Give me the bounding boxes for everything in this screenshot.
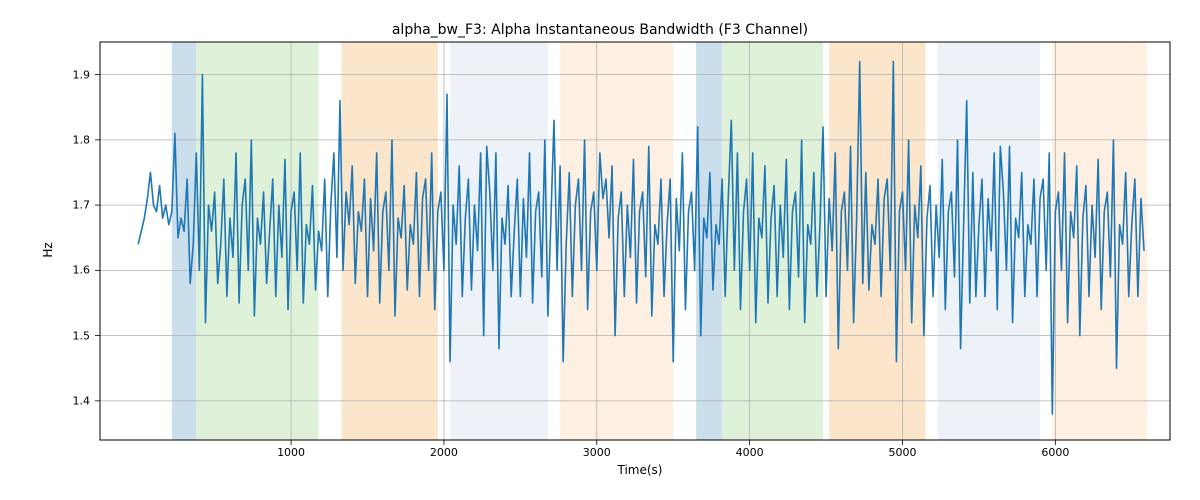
y-tick-label: 1.7 [50, 199, 90, 212]
figure: alpha_bw_F3: Alpha Instantaneous Bandwid… [0, 0, 1200, 500]
y-tick-label: 1.8 [50, 133, 90, 146]
y-axis-label: Hz [41, 242, 55, 257]
x-tick-label: 3000 [583, 446, 611, 459]
x-tick-label: 1000 [277, 446, 305, 459]
x-tick-label: 2000 [430, 446, 458, 459]
x-axis-label: Time(s) [618, 463, 663, 477]
x-tick-label: 4000 [736, 446, 764, 459]
y-tick-label: 1.9 [50, 68, 90, 81]
plot-area [0, 0, 1200, 500]
background-band [560, 42, 673, 440]
x-tick-label: 6000 [1041, 446, 1069, 459]
x-tick-label: 5000 [889, 446, 917, 459]
y-tick-label: 1.6 [50, 264, 90, 277]
y-tick-label: 1.4 [50, 394, 90, 407]
chart-title: alpha_bw_F3: Alpha Instantaneous Bandwid… [0, 22, 1200, 38]
y-tick-label: 1.5 [50, 329, 90, 342]
